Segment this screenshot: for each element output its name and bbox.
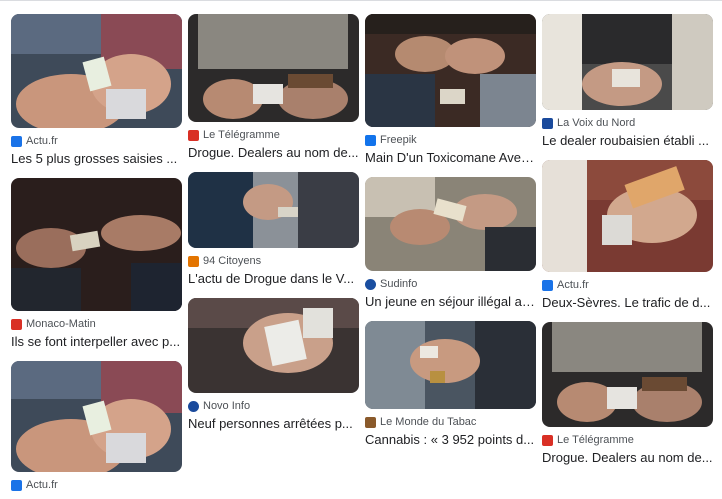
letelegramme-icon (542, 434, 553, 446)
94citoyens-icon (188, 255, 199, 267)
result-title[interactable]: Ils se font interpeller avec p... (11, 333, 182, 351)
result-title[interactable]: Cannabis : « 3 952 points d... (365, 431, 536, 449)
result-title[interactable]: Neuf personnes arrêtées p... (188, 415, 359, 433)
result-title[interactable]: Le dealer roubaisien établi ... (542, 132, 713, 150)
results-column-1: Actu.fr Les 5 plus grosses saisies ... M… (11, 14, 182, 493)
image-result-card[interactable]: Le Monde du Tabac Cannabis : « 3 952 poi… (365, 321, 536, 449)
result-source[interactable]: Actu.fr (557, 279, 589, 291)
result-thumbnail[interactable] (542, 160, 713, 272)
result-title[interactable]: Les 5 plus grosses saisies ... (11, 150, 182, 168)
image-result-card[interactable]: Freepik Main D'un Toxicomane Avec... (365, 14, 536, 167)
monaco-matin-icon (11, 318, 22, 330)
result-source[interactable]: 94 Citoyens (203, 255, 261, 267)
image-result-card[interactable]: Le Télégramme Drogue. Dealers au nom de.… (542, 322, 713, 467)
result-title[interactable]: Drogue. Dealers au nom de... (188, 144, 359, 162)
letelegramme-icon (188, 129, 199, 141)
image-result-card[interactable]: 94 Citoyens L'actu de Drogue dans le V..… (188, 172, 359, 288)
result-source[interactable]: Le Télégramme (557, 434, 634, 446)
sudinfo-icon (365, 278, 376, 290)
actu-icon (11, 135, 22, 147)
results-column-2: Le Télégramme Drogue. Dealers au nom de.… (188, 14, 359, 433)
result-thumbnail[interactable] (11, 178, 182, 311)
image-result-card[interactable]: Actu.fr Les 5 plus grosses saisies ... (11, 14, 182, 168)
result-title[interactable]: Drogue. Dealers au nom de... (542, 449, 713, 467)
top-divider (0, 0, 722, 1)
result-thumbnail[interactable] (542, 322, 713, 427)
result-source[interactable]: Monaco-Matin (26, 318, 96, 330)
result-title[interactable]: Deux-Sèvres. Le trafic de d... (542, 294, 713, 312)
actu-icon (542, 279, 553, 291)
results-column-3: Freepik Main D'un Toxicomane Avec... Sud… (365, 14, 536, 449)
result-source[interactable]: Sudinfo (380, 278, 417, 290)
result-title[interactable]: Un jeune en séjour illégal ar... (365, 293, 536, 311)
image-result-card[interactable]: Novo Info Neuf personnes arrêtées p... (188, 298, 359, 433)
image-result-card[interactable]: Monaco-Matin Ils se font interpeller ave… (11, 178, 182, 351)
result-source[interactable]: La Voix du Nord (557, 117, 635, 129)
lavoixdunord-icon (542, 117, 553, 129)
result-thumbnail[interactable] (365, 177, 536, 271)
image-result-card[interactable]: Sudinfo Un jeune en séjour illégal ar... (365, 177, 536, 311)
results-column-4: La Voix du Nord Le dealer roubaisien éta… (542, 14, 713, 467)
image-result-card[interactable]: La Voix du Nord Le dealer roubaisien éta… (542, 14, 713, 150)
result-thumbnail[interactable] (188, 172, 359, 248)
result-thumbnail[interactable] (365, 321, 536, 409)
freepik-icon (365, 134, 376, 146)
result-thumbnail[interactable] (11, 361, 182, 472)
result-source[interactable]: Actu.fr (26, 479, 58, 491)
result-thumbnail[interactable] (188, 14, 359, 122)
result-source[interactable]: Le Télégramme (203, 129, 280, 141)
result-thumbnail[interactable] (11, 14, 182, 128)
result-thumbnail[interactable] (542, 14, 713, 110)
result-title[interactable]: L'actu de Drogue dans le V... (188, 270, 359, 288)
result-source[interactable]: Novo Info (203, 400, 250, 412)
result-source[interactable]: Le Monde du Tabac (380, 416, 476, 428)
result-source[interactable]: Actu.fr (26, 135, 58, 147)
result-thumbnail[interactable] (365, 14, 536, 127)
result-source[interactable]: Freepik (380, 134, 417, 146)
result-thumbnail[interactable] (188, 298, 359, 393)
lemondedutabac-icon (365, 416, 376, 428)
novoinfo-icon (188, 400, 199, 412)
actu-icon (11, 479, 22, 491)
result-title[interactable]: Main D'un Toxicomane Avec... (365, 149, 536, 167)
image-result-card[interactable]: Actu.fr Deux-Sèvres. Le trafic de d... (542, 160, 713, 312)
image-result-card[interactable]: Le Télégramme Drogue. Dealers au nom de.… (188, 14, 359, 162)
image-result-card[interactable]: Actu.fr (11, 361, 182, 493)
